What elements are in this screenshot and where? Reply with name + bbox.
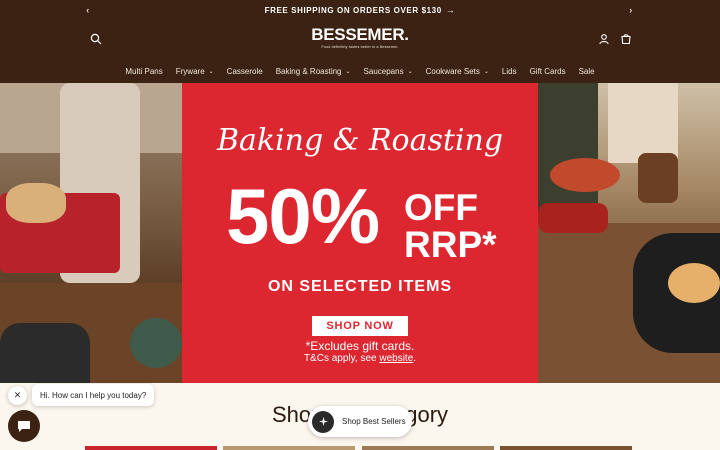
hero-off-line2: RRP*: [404, 224, 497, 265]
nav-item-saucepans[interactable]: Saucepans ⌄: [357, 64, 419, 78]
tcs-prefix: T&Cs apply, see: [303, 353, 380, 364]
photo-bottle: [538, 83, 598, 223]
hero-off-line1: OFF: [404, 187, 478, 228]
sparkle-icon: [312, 410, 334, 433]
nav-item-fryware[interactable]: Fryware ⌄: [169, 64, 220, 78]
nav-label: Cookware Sets: [425, 66, 480, 76]
nav-label: Gift Cards: [529, 66, 566, 76]
chevron-down-icon: ⌄: [345, 68, 351, 75]
chat-icon: [18, 421, 30, 432]
nav-label: Casserole: [226, 66, 263, 76]
best-sellers-label: Shop Best Sellers: [342, 417, 406, 426]
logo-tagline: Food definitely tastes better in a Besse…: [321, 45, 399, 49]
shop-now-button[interactable]: SHOP NOW: [312, 316, 408, 336]
nav-item-cookware-sets[interactable]: Cookware Sets ⌄: [419, 64, 495, 78]
nav-label: Lids: [501, 66, 517, 76]
hero-subtitle: ON SELECTED ITEMS: [267, 278, 453, 295]
category-card-4[interactable]: [500, 446, 632, 450]
nav-item-lids[interactable]: Lids: [495, 64, 523, 78]
tcs-suffix: .: [413, 353, 417, 364]
nav-label: Saucepans: [363, 66, 404, 76]
account-icon[interactable]: [595, 30, 613, 48]
nav-label: Sale: [578, 66, 595, 76]
photo-tomatoes: [538, 203, 608, 233]
announcement-text[interactable]: FREE SHIPPING ON ORDERS OVER $130 →: [265, 5, 456, 15]
main-nav: Multi Pans Fryware ⌄ Casserole Baking & R…: [0, 64, 720, 78]
announcement-next-button[interactable]: ›: [621, 0, 641, 19]
hero-script-title: Baking & Roasting: [216, 123, 504, 158]
photo-roast: [6, 183, 66, 223]
hero-photo-right: [538, 83, 720, 383]
photo-green-bowl: [130, 318, 182, 368]
announcement-label: FREE SHIPPING ON ORDERS OVER $130: [264, 5, 442, 15]
chat-greeting-bubble[interactable]: Hi. How can I help you today?: [32, 384, 155, 406]
photo-jar: [608, 83, 678, 163]
hero-tcs-note: T&Cs apply, see website.: [182, 353, 538, 364]
chevron-down-icon: ⌄: [208, 68, 214, 75]
category-card-1[interactable]: [85, 446, 217, 450]
nav-item-gift-cards[interactable]: Gift Cards: [523, 64, 572, 78]
category-card-2[interactable]: [223, 446, 355, 450]
hero-photo-left: [0, 83, 182, 383]
nav-label: Baking & Roasting: [275, 66, 342, 76]
photo-pizza: [668, 263, 720, 303]
hero-banner[interactable]: Baking & Roasting 50% OFF RRP* ON SELECT…: [0, 83, 720, 383]
chat-close-button[interactable]: ✕: [8, 386, 27, 405]
hero-percent: 50%: [226, 172, 380, 260]
photo-pepper-mill: [638, 153, 678, 203]
website-link[interactable]: website: [379, 353, 413, 364]
nav-label: Fryware: [175, 66, 205, 76]
search-icon[interactable]: [87, 30, 105, 48]
photo-sauce-bowl: [550, 158, 620, 192]
hero-excludes-note: *Excludes gift cards.: [305, 339, 415, 353]
nav-item-baking-roasting[interactable]: Baking & Roasting ⌄: [269, 64, 357, 78]
nav-item-multi-pans[interactable]: Multi Pans: [119, 64, 169, 78]
chevron-down-icon: ⌄: [407, 68, 413, 75]
chat-launcher-button[interactable]: [8, 410, 40, 442]
logo-wordmark: BESSEMER.: [311, 25, 409, 44]
cart-icon[interactable]: [617, 30, 635, 48]
announcement-bar: ‹ FREE SHIPPING ON ORDERS OVER $130 → ›: [0, 0, 720, 19]
nav-label: Multi Pans: [125, 66, 163, 76]
arrow-right-icon: →: [445, 4, 456, 15]
hero-off-rrp: OFF RRP*: [404, 189, 497, 263]
brand-logo[interactable]: BESSEMER. Food definitely tastes better …: [310, 25, 410, 49]
photo-black-pan: [0, 323, 90, 383]
nav-item-casserole[interactable]: Casserole: [220, 64, 269, 78]
nav-item-sale[interactable]: Sale: [572, 64, 601, 78]
hero-promo-panel: Baking & Roasting 50% OFF RRP* ON SELECT…: [182, 83, 538, 383]
announcement-prev-button[interactable]: ‹: [78, 0, 98, 19]
shop-best-sellers-button[interactable]: Shop Best Sellers: [308, 406, 412, 437]
site-header: BESSEMER. Food definitely tastes better …: [0, 19, 720, 83]
category-card-3[interactable]: [362, 446, 494, 450]
chevron-down-icon: ⌄: [483, 68, 489, 75]
